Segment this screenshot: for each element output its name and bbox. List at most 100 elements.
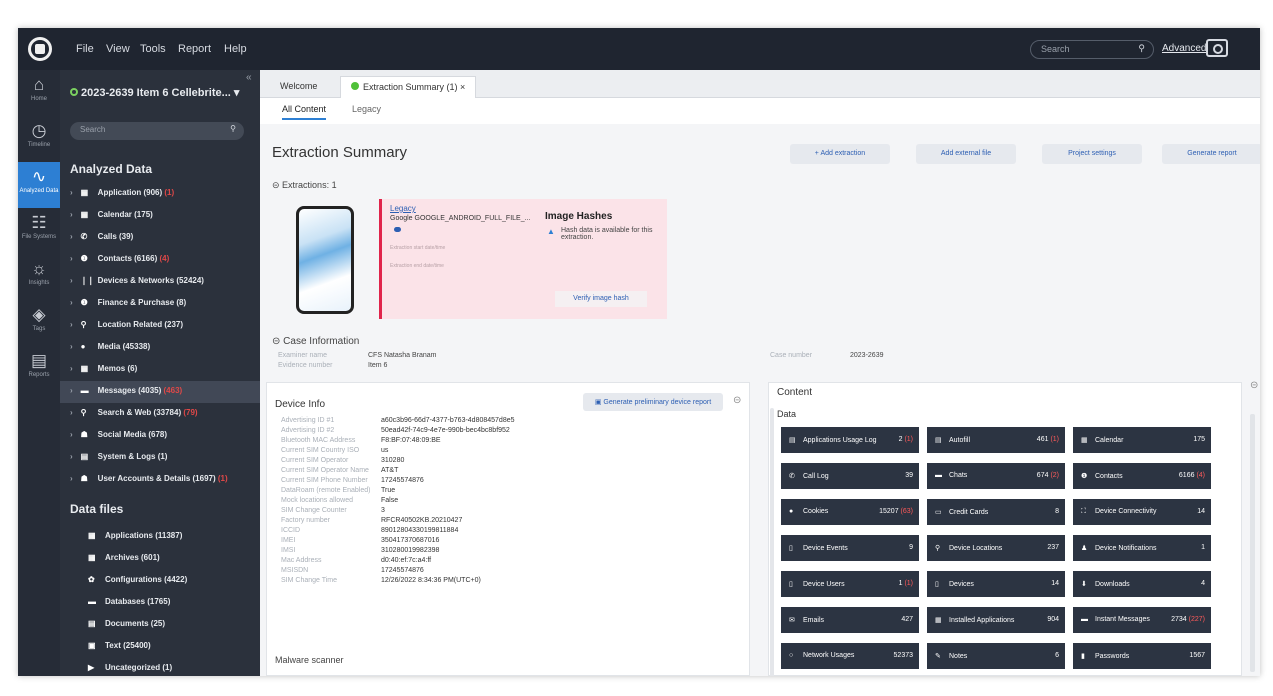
search-icon[interactable]: ⚲ — [230, 124, 236, 133]
menu-file[interactable]: File — [76, 43, 94, 55]
expand-arrow-icon[interactable]: › — [70, 276, 73, 285]
file-item-uncategorized[interactable]: ▶ Uncategorized (1) — [60, 658, 260, 676]
content-tile[interactable]: ▬ Instant Messages 2734 (227) — [1073, 607, 1211, 633]
tree-item-media[interactable]: › ● Media (45338) — [60, 337, 260, 359]
extraction-legacy-link[interactable]: Legacy — [390, 204, 416, 213]
tree-item-social-media[interactable]: › ☗ Social Media (678) — [60, 425, 260, 447]
expand-arrow-icon[interactable]: › — [70, 210, 73, 219]
add-extraction-button[interactable]: + Add extraction — [790, 144, 890, 164]
rail-home[interactable]: ⌂ Home — [18, 70, 60, 116]
content-tile[interactable]: ⬇ Downloads 4 — [1073, 571, 1211, 597]
content-tile[interactable]: ✆ Call Log 39 — [781, 463, 919, 489]
expand-arrow-icon[interactable]: › — [70, 342, 73, 351]
tree-item-system-logs[interactable]: › ▤ System & Logs (1) — [60, 447, 260, 469]
add-external-file-button[interactable]: Add external file — [916, 144, 1016, 164]
content-tile[interactable]: ❶ Contacts 6166 (4) — [1073, 463, 1211, 489]
content-tile[interactable]: ▦ Calendar 175 — [1073, 427, 1211, 453]
screenshot-camera-icon[interactable] — [1206, 39, 1228, 57]
generate-preliminary-report-button[interactable]: ▣ Generate preliminary device report — [583, 393, 723, 411]
content-tile[interactable]: ▤ Autofill 461 (1) — [927, 427, 1065, 453]
file-item-applications[interactable]: ▦ Applications (11387) — [60, 526, 260, 548]
device-info-key: Current SIM Operator — [281, 457, 349, 464]
tree-item-calls[interactable]: › ✆ Calls (39) — [60, 227, 260, 249]
tree-item-memos[interactable]: › ▦ Memos (6) — [60, 359, 260, 381]
content-tile[interactable]: ▤ Applications Usage Log 2 (1) — [781, 427, 919, 453]
content-tile[interactable]: ♟ Device Notifications 1 — [1073, 535, 1211, 561]
expand-arrow-icon[interactable]: › — [70, 232, 73, 241]
subtab-legacy[interactable]: Legacy — [352, 104, 381, 114]
content-tile[interactable]: ▦ Installed Applications 904 — [927, 607, 1065, 633]
rail-timeline[interactable]: ◷ Timeline — [18, 116, 60, 162]
generate-report-button[interactable]: Generate report — [1162, 144, 1260, 164]
tree-item-messages[interactable]: › ▬ Messages (4035) (463) — [60, 381, 260, 403]
verify-image-hash-button[interactable]: Verify image hash — [555, 291, 647, 307]
expand-arrow-icon[interactable]: › — [70, 452, 73, 461]
global-search-input[interactable]: Search ⚲ — [1030, 40, 1154, 59]
content-tile[interactable]: ⚲ Device Locations 237 — [927, 535, 1065, 561]
menu-view[interactable]: View — [106, 43, 130, 55]
rail-reports[interactable]: ▤ Reports — [18, 346, 60, 392]
tree-item-search-web[interactable]: › ⚲ Search & Web (33784) (79) — [60, 403, 260, 425]
rail-tags[interactable]: ◈ Tags — [18, 300, 60, 346]
tree-item-contacts[interactable]: › ❶ Contacts (6166) (4) — [60, 249, 260, 271]
expand-arrow-icon[interactable]: › — [70, 474, 73, 483]
expand-arrow-icon[interactable]: › — [70, 408, 73, 417]
tab-extraction-summary[interactable]: Extraction Summary (1) × — [340, 76, 477, 98]
advanced-search-link[interactable]: Advanced — [1162, 43, 1206, 54]
device-info-scrollbar[interactable] — [770, 408, 774, 676]
file-item-archives[interactable]: ▦ Archives (601) — [60, 548, 260, 570]
tree-item-user-accounts[interactable]: › ☗ User Accounts & Details (1697) (1) — [60, 469, 260, 491]
collapse-device-info-icon[interactable]: ⊝ — [733, 395, 741, 406]
tab-welcome[interactable]: Welcome — [270, 76, 327, 98]
tree-item-calendar[interactable]: › ▦ Calendar (175) — [60, 205, 260, 227]
tree-item-label: Finance & Purchase (8) — [97, 298, 187, 307]
content-tile[interactable]: ● Cookies 15207 (63) — [781, 499, 919, 525]
menu-tools[interactable]: Tools — [140, 43, 166, 55]
rail-file-systems[interactable]: ☷ File Systems — [18, 208, 60, 254]
case-info-toggle[interactable]: ⊝ Case Information — [272, 336, 359, 347]
content-tile[interactable]: ✎ Notes 6 — [927, 643, 1065, 669]
collapse-sidebar-icon[interactable]: « — [246, 72, 252, 83]
tree-item-application[interactable]: › ▦ Application (906) (1) — [60, 183, 260, 205]
rail-analyzed-data[interactable]: ∿ Analyzed Data — [18, 162, 60, 208]
content-scrollbar[interactable] — [1250, 414, 1255, 672]
content-tile[interactable]: ✉ Emails 427 — [781, 607, 919, 633]
file-item-documents[interactable]: ▤ Documents (25) — [60, 614, 260, 636]
extractions-toggle[interactable]: ⊝ Extractions: 1 — [272, 180, 337, 191]
content-tile[interactable]: ▯ Device Users 1 (1) — [781, 571, 919, 597]
tree-item-finance[interactable]: › ❶ Finance & Purchase (8) — [60, 293, 260, 315]
tile-count-group: 1 (1) — [899, 580, 913, 587]
expand-arrow-icon[interactable]: › — [70, 254, 73, 263]
tree-item-location[interactable]: › ⚲ Location Related (237) — [60, 315, 260, 337]
content-tile[interactable]: ⛶ Device Connectivity 14 — [1073, 499, 1211, 525]
file-item-databases[interactable]: ▬ Databases (1765) — [60, 592, 260, 614]
tree-item-devices-networks[interactable]: › ❘❘ Devices & Networks (52424) — [60, 271, 260, 293]
malware-scanner-heading[interactable]: Malware scanner — [275, 655, 344, 665]
file-item-text[interactable]: ▣ Text (25400) — [60, 636, 260, 658]
search-icon[interactable]: ⚲ — [1138, 43, 1145, 54]
expand-arrow-icon[interactable]: › — [70, 320, 73, 329]
expand-arrow-icon[interactable]: › — [70, 188, 73, 197]
collapse-content-icon[interactable]: ⊝ — [1250, 380, 1258, 391]
menu-help[interactable]: Help — [224, 43, 247, 55]
content-tile[interactable]: ▯ Device Events 9 — [781, 535, 919, 561]
content-tile[interactable]: ○ Network Usages 52373 — [781, 643, 919, 669]
expand-arrow-icon[interactable]: › — [70, 364, 73, 373]
menu-report[interactable]: Report — [178, 43, 211, 55]
subtab-all-content[interactable]: All Content — [282, 104, 327, 120]
content-tile[interactable]: ▬ Chats 674 (2) — [927, 463, 1065, 489]
content-tile[interactable]: ▮ Passwords 1567 — [1073, 643, 1211, 669]
expand-arrow-icon[interactable]: › — [70, 298, 73, 307]
social-icon: ☗ — [80, 430, 88, 439]
file-item-configurations[interactable]: ✿ Configurations (4422) — [60, 570, 260, 592]
project-selector[interactable]: 2023-2639 Item 6 Cellebrite... ▾ — [70, 86, 239, 99]
project-settings-button[interactable]: Project settings — [1042, 144, 1142, 164]
content-tile[interactable]: ▯ Devices 14 — [927, 571, 1065, 597]
expand-arrow-icon[interactable]: › — [70, 430, 73, 439]
sidebar-search-input[interactable]: Search ⚲ — [70, 122, 244, 140]
expand-arrow-icon[interactable]: › — [70, 386, 73, 395]
extraction-card[interactable]: Legacy Google GOOGLE_ANDROID_FULL_FILE_.… — [379, 199, 539, 319]
rail-insights[interactable]: ☼ Insights — [18, 254, 60, 300]
close-icon[interactable]: × — [460, 82, 465, 92]
content-tile[interactable]: ▭ Credit Cards 8 — [927, 499, 1065, 525]
